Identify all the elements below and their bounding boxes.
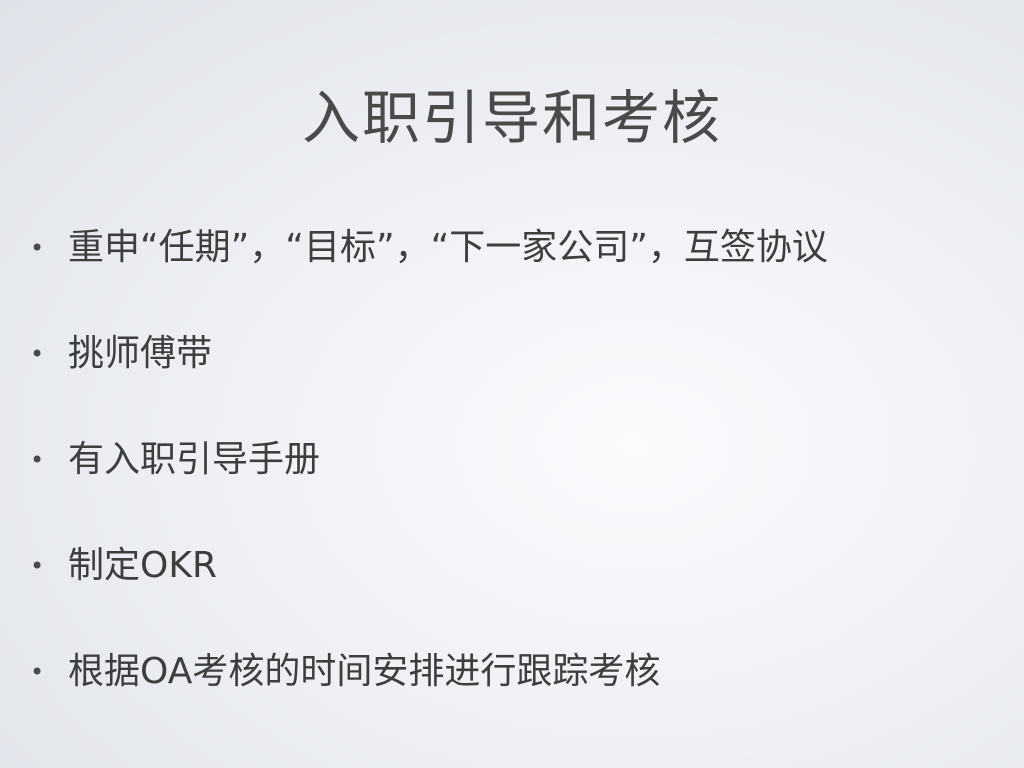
bullet-list: • 重申“任期”，“目标”，“下一家公司”，互签协议 • 挑师傅带 • 有入职引… <box>30 218 828 748</box>
slide-title: 入职引导和考核 <box>301 84 722 152</box>
bullet-text-5: 根据OA考核的时间安排进行跟踪考核 <box>68 651 661 692</box>
bullet-item-2: • 挑师傅带 <box>30 324 828 430</box>
bullet-marker: • <box>30 658 45 686</box>
bullet-marker: • <box>30 446 45 474</box>
bullet-text-4: 制定OKR <box>68 545 217 586</box>
bullet-item-4: • 制定OKR <box>30 536 828 642</box>
bullet-item-3: • 有入职引导手册 <box>30 430 828 536</box>
bullet-text-1: 重申“任期”，“目标”，“下一家公司”，互签协议 <box>68 227 828 268</box>
bullet-marker: • <box>30 234 45 262</box>
bullet-marker: • <box>30 552 45 580</box>
bullet-item-1: • 重申“任期”，“目标”，“下一家公司”，互签协议 <box>30 218 828 324</box>
bullet-marker: • <box>30 340 45 368</box>
bullet-text-3: 有入职引导手册 <box>68 439 321 480</box>
bullet-item-5: • 根据OA考核的时间安排进行跟踪考核 <box>30 642 828 748</box>
bullet-text-2: 挑师傅带 <box>68 333 213 374</box>
slide: 入职引导和考核 • 重申“任期”，“目标”，“下一家公司”，互签协议 • 挑师傅… <box>0 0 1024 768</box>
